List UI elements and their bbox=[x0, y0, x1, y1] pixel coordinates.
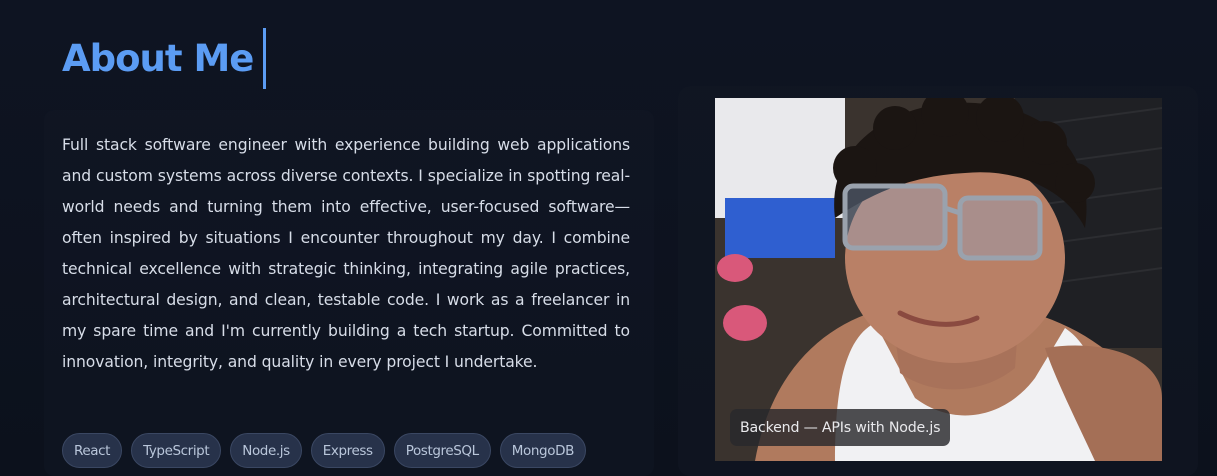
about-section: About Me Full stack software engineer wi… bbox=[0, 0, 1217, 476]
typing-caret bbox=[263, 28, 267, 89]
tag-react: React bbox=[62, 433, 123, 468]
tag-mongodb: MongoDB bbox=[499, 433, 586, 468]
tag-nodejs: Node.js bbox=[230, 433, 302, 468]
profile-photo bbox=[715, 98, 1162, 461]
tech-tags: React TypeScript Node.js Express Postgre… bbox=[62, 433, 586, 468]
bio-text: Full stack software engineer with experi… bbox=[62, 136, 630, 371]
tag-postgresql: PostgreSQL bbox=[393, 433, 491, 468]
page-title: About Me bbox=[62, 37, 254, 80]
tag-typescript: TypeScript bbox=[131, 433, 222, 468]
title-wrap: About Me bbox=[62, 28, 267, 89]
profile-photo-illustration bbox=[715, 98, 1162, 461]
tag-express: Express bbox=[310, 433, 385, 468]
photo-caption: Backend — APIs with Node.js bbox=[730, 409, 951, 446]
